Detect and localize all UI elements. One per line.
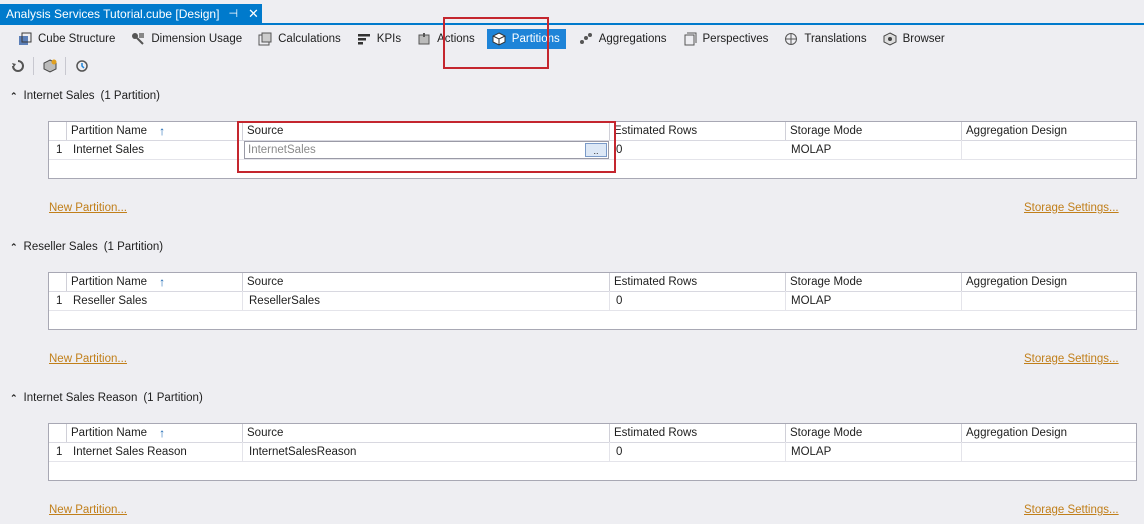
aggregations-icon (578, 31, 594, 47)
column-header-source[interactable]: Source (242, 273, 609, 291)
perspectives-icon (682, 31, 698, 47)
storage-settings-link[interactable]: Storage Settings... (1024, 504, 1119, 516)
aggregation-design-cell[interactable] (961, 442, 1137, 461)
column-header-aggregation-design[interactable]: Aggregation Design (961, 122, 1137, 140)
actions-icon (416, 31, 432, 47)
new-partition-link[interactable]: New Partition... (49, 504, 127, 516)
column-header-partition-name[interactable]: Partition Name ↑ (66, 424, 243, 442)
column-header-partition-name[interactable]: Partition Name ↑ (66, 122, 243, 140)
row-index: 1 (56, 445, 63, 458)
tab-label: Dimension Usage (151, 33, 243, 45)
grid-header: Partition Name ↑ Source Estimated Rows St… (49, 424, 1136, 443)
toolbar-separator (33, 57, 34, 75)
tab-browser[interactable]: Browser (879, 29, 948, 49)
column-header-storage-mode[interactable]: Storage Mode (785, 122, 962, 140)
partition-toolbar (10, 57, 94, 75)
document-tab-title: Analysis Services Tutorial.cube [Design] (6, 6, 220, 21)
process-icon[interactable] (10, 58, 26, 74)
row-index: 1 (56, 143, 63, 156)
translations-icon (783, 31, 799, 47)
section-header-reseller-sales[interactable]: ⌃ Reseller Sales (1 Partition) (10, 241, 163, 253)
column-header-aggregation-design[interactable]: Aggregation Design (961, 273, 1137, 291)
partition-name-cell[interactable]: Internet Sales (69, 140, 243, 159)
column-header-aggregation-design[interactable]: Aggregation Design (961, 424, 1137, 442)
cube-structure-icon (17, 31, 33, 47)
tab-calculations[interactable]: Calculations (254, 29, 344, 49)
storage-mode-cell[interactable]: MOLAP (787, 140, 961, 159)
browser-icon (882, 31, 898, 47)
section-header-internet-sales-reason[interactable]: ⌃ Internet Sales Reason (1 Partition) (10, 392, 203, 404)
tab-kpis[interactable]: KPIs (353, 29, 404, 49)
table-row[interactable]: 1 Reseller Sales ResellerSales 0 MOLAP (49, 291, 1136, 311)
column-header-partition-name[interactable]: Partition Name ↑ (66, 273, 243, 291)
tab-label: Aggregations (598, 33, 667, 45)
storage-settings-link[interactable]: Storage Settings... (1024, 202, 1119, 214)
pin-icon[interactable]: ⊣ (228, 7, 238, 20)
column-header-estimated-rows[interactable]: Estimated Rows (609, 122, 786, 140)
estimated-rows-cell[interactable]: 0 (609, 442, 786, 461)
dimension-usage-icon (130, 31, 146, 47)
grid-header: Partition Name ↑ Source Estimated Rows St… (49, 273, 1136, 292)
sort-ascending-icon: ↑ (159, 426, 166, 440)
aggregation-design-cell[interactable] (961, 291, 1137, 310)
column-header-estimated-rows[interactable]: Estimated Rows (609, 424, 786, 442)
column-header-storage-mode[interactable]: Storage Mode (785, 424, 962, 442)
aggregation-design-cell[interactable] (961, 140, 1137, 159)
tab-label: Translations (804, 33, 867, 45)
partitions-grid-reseller-sales: Partition Name ↑ Source Estimated Rows St… (48, 272, 1137, 330)
tab-dimension-usage[interactable]: Dimension Usage (127, 29, 245, 49)
column-header-estimated-rows[interactable]: Estimated Rows (609, 273, 786, 291)
partition-count: (1 Partition) (143, 392, 203, 404)
new-partition-icon[interactable] (42, 58, 58, 74)
section-header-internet-sales[interactable]: ⌃ Internet Sales (1 Partition) (10, 90, 160, 102)
tab-label: Cube Structure (38, 33, 116, 45)
storage-settings-link[interactable]: Storage Settings... (1024, 353, 1119, 365)
partition-count: (1 Partition) (103, 241, 164, 253)
storage-mode-cell[interactable]: MOLAP (785, 291, 962, 310)
source-cell-highlight (237, 121, 616, 173)
tab-label: Perspectives (702, 33, 769, 45)
collapse-chevron-icon[interactable]: ⌃ (10, 242, 18, 253)
tab-cube-structure[interactable]: Cube Structure (14, 29, 118, 49)
source-cell[interactable]: ResellerSales (242, 291, 609, 310)
close-icon[interactable]: ✕ (248, 6, 259, 22)
partitions-tab-highlight (443, 17, 549, 69)
tab-aggregations[interactable]: Aggregations (575, 29, 670, 49)
tab-perspectives[interactable]: Perspectives (679, 29, 772, 49)
partitions-grid-internet-sales-reason: Partition Name ↑ Source Estimated Rows St… (48, 423, 1137, 481)
table-row[interactable]: 1 Internet Sales Reason InternetSalesRea… (49, 442, 1136, 462)
partition-count: (1 Partition) (100, 90, 160, 102)
column-header-storage-mode[interactable]: Storage Mode (785, 273, 962, 291)
document-tab[interactable]: Analysis Services Tutorial.cube [Design]… (0, 4, 262, 23)
section-title: Internet Sales (23, 90, 95, 102)
partition-name-cell[interactable]: Reseller Sales (69, 291, 243, 310)
tab-translations[interactable]: Translations (780, 29, 869, 49)
partition-name-cell[interactable]: Internet Sales Reason (69, 442, 243, 461)
storage-mode-cell[interactable]: MOLAP (785, 442, 962, 461)
estimated-rows-cell[interactable]: 0 (612, 140, 786, 159)
tab-label: Browser (902, 33, 945, 45)
section-title: Reseller Sales (23, 241, 98, 253)
collapse-chevron-icon[interactable]: ⌃ (10, 91, 18, 102)
sort-ascending-icon: ↑ (159, 124, 166, 138)
new-partition-link[interactable]: New Partition... (49, 353, 127, 365)
row-index: 1 (56, 294, 63, 307)
collapse-chevron-icon[interactable]: ⌃ (10, 393, 18, 404)
refresh-icon[interactable] (74, 58, 90, 74)
tab-label: KPIs (376, 33, 402, 45)
estimated-rows-cell[interactable]: 0 (609, 291, 786, 310)
source-cell[interactable]: InternetSalesReason (242, 442, 609, 461)
new-partition-link[interactable]: New Partition... (49, 202, 127, 214)
kpis-icon (356, 31, 372, 47)
toolbar-separator (65, 57, 66, 75)
column-header-source[interactable]: Source (242, 424, 609, 442)
section-title: Internet Sales Reason (23, 392, 138, 404)
sort-ascending-icon: ↑ (159, 275, 166, 289)
calculations-icon (257, 31, 273, 47)
tab-label: Calculations (278, 33, 341, 45)
tab-underline (0, 23, 1144, 25)
